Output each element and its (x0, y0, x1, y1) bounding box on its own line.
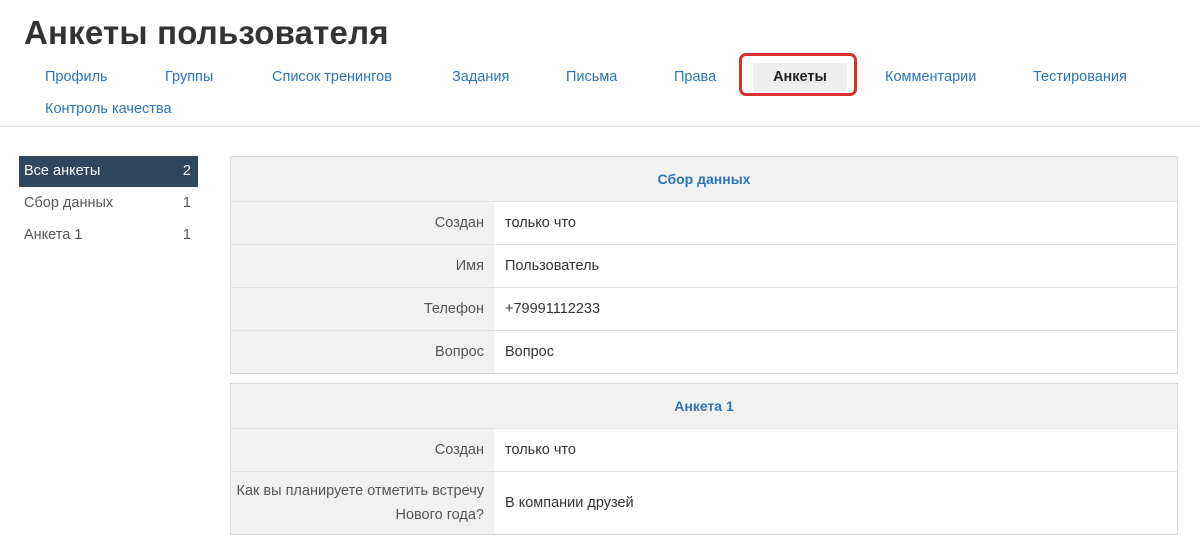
sidebar-item-all-surveys[interactable]: Все анкеты 2 (19, 156, 198, 187)
survey-row-value: Вопрос (494, 331, 1177, 373)
page: Анкеты пользователя Профиль Группы Списо… (0, 0, 1200, 548)
survey-row-key: Создан (231, 429, 494, 471)
sidebar-item-data-collection[interactable]: Сбор данных 1 (19, 188, 198, 219)
sidebar-item-survey-1[interactable]: Анкета 1 1 (19, 220, 198, 251)
survey-card-title[interactable]: Сбор данных (231, 157, 1177, 201)
active-tab-highlight (739, 53, 857, 96)
survey-row: Вопрос Вопрос (231, 330, 1177, 373)
survey-sidebar: Все анкеты 2 Сбор данных 1 Анкета 1 1 (19, 156, 198, 252)
survey-row-key: Создан (231, 202, 494, 244)
page-title: Анкеты пользователя (24, 14, 389, 51)
survey-row-value: только что (494, 429, 1177, 471)
survey-card-data-collection: Сбор данных Создан только что Имя Пользо… (230, 156, 1178, 374)
sidebar-item-count: 2 (182, 163, 191, 179)
tab-quality-control[interactable]: Контроль качества (45, 99, 172, 119)
tab-letters[interactable]: Письма (566, 67, 617, 87)
tab-tasks[interactable]: Задания (452, 67, 509, 87)
survey-row-value: В компании друзей (494, 472, 1177, 534)
survey-row-key: Имя (231, 245, 494, 287)
tab-rights[interactable]: Права (674, 67, 716, 87)
survey-row: Телефон +79991112233 (231, 287, 1177, 330)
tab-bar: Профиль Группы Список тренингов Задания … (0, 58, 1200, 127)
tab-profile[interactable]: Профиль (45, 67, 108, 87)
survey-row-key: Телефон (231, 288, 494, 330)
sidebar-item-label: Все анкеты (24, 163, 101, 179)
sidebar-item-count: 1 (182, 195, 191, 211)
survey-row: Имя Пользователь (231, 244, 1177, 287)
survey-row-key: Вопрос (231, 331, 494, 373)
survey-card-survey-1: Анкета 1 Создан только что Как вы планир… (230, 383, 1178, 535)
survey-row: Создан только что (231, 428, 1177, 471)
tab-comments[interactable]: Комментарии (885, 67, 976, 87)
sidebar-item-label: Сбор данных (24, 195, 114, 211)
survey-row: Создан только что (231, 201, 1177, 244)
tab-trainings[interactable]: Список тренингов (272, 67, 392, 87)
survey-row-value: только что (494, 202, 1177, 244)
survey-row: Как вы планируете отметить встречу Новог… (231, 471, 1177, 534)
sidebar-item-label: Анкета 1 (24, 227, 83, 243)
tab-testing[interactable]: Тестирования (1033, 67, 1127, 87)
survey-row-value: +79991112233 (494, 288, 1177, 330)
survey-card-title[interactable]: Анкета 1 (231, 384, 1177, 428)
tab-groups[interactable]: Группы (165, 67, 213, 87)
sidebar-item-count: 1 (182, 227, 191, 243)
survey-row-key: Как вы планируете отметить встречу Новог… (231, 472, 494, 534)
survey-row-value: Пользователь (494, 245, 1177, 287)
